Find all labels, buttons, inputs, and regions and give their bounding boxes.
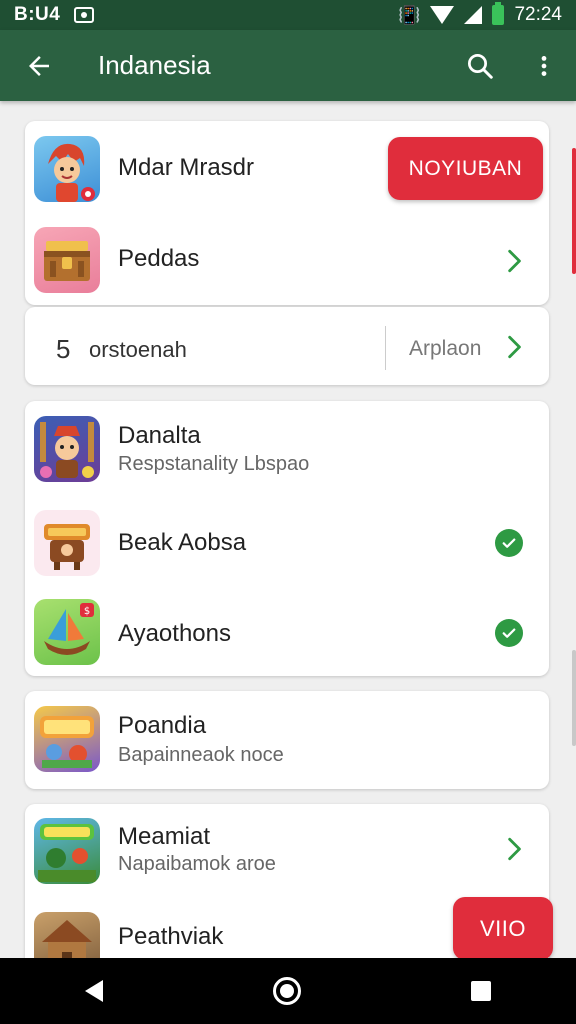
app-title: Poandia bbox=[118, 712, 207, 739]
list-item[interactable]: Meamiat Napaibamok aroe bbox=[25, 804, 549, 898]
featured-app-title: Mdar Mrasdr bbox=[118, 154, 255, 181]
battery-icon bbox=[492, 2, 505, 25]
status-time-left: B:U4 bbox=[14, 4, 61, 25]
signal-icon bbox=[464, 6, 483, 24]
list-item[interactable]: $ Ayaothons bbox=[25, 589, 549, 676]
summary-count: 5 bbox=[56, 334, 71, 364]
chevron-right-icon bbox=[508, 335, 521, 359]
list-item[interactable]: Danalta Respstanality Lbspao bbox=[25, 401, 549, 497]
app-thumbnail bbox=[34, 227, 100, 293]
search-icon bbox=[468, 53, 493, 79]
page-title: Indanesia bbox=[98, 50, 211, 80]
app-subtitle: Bapainneaok noce bbox=[118, 744, 284, 766]
check-circle-icon bbox=[495, 619, 523, 647]
character-icon bbox=[48, 143, 95, 202]
game-logo-icon bbox=[44, 524, 90, 570]
app-actions bbox=[448, 30, 576, 101]
app-thumbnail bbox=[34, 136, 100, 202]
game-logo-icon bbox=[38, 824, 96, 882]
character-icon bbox=[40, 422, 94, 478]
app-thumbnail bbox=[34, 416, 100, 482]
app-subtitle: Respstanality Lbspao bbox=[118, 453, 310, 475]
game-logo-icon bbox=[40, 716, 94, 768]
status-time-right: 72:24 bbox=[514, 4, 562, 25]
app-thumbnail bbox=[34, 510, 100, 576]
more-vert-icon bbox=[541, 55, 547, 76]
app-thumbnail bbox=[34, 818, 100, 884]
back-arrow-icon bbox=[29, 55, 49, 76]
more-options-button[interactable] bbox=[512, 30, 576, 101]
app-title: Meamiat bbox=[118, 823, 211, 850]
list-item[interactable]: Peddas bbox=[25, 217, 549, 305]
floating-action-button[interactable]: VIIO bbox=[453, 897, 553, 960]
app-title: Peddas bbox=[118, 245, 200, 272]
see-all-link[interactable]: Arplaon bbox=[386, 307, 549, 385]
app-bar: Indanesia bbox=[0, 30, 576, 101]
app-title: Peathviak bbox=[118, 923, 224, 950]
app-title: Ayaothons bbox=[118, 620, 231, 647]
check-circle-icon bbox=[495, 529, 523, 557]
summary-label: orstoenah bbox=[89, 337, 187, 362]
list-item[interactable]: Beak Aobsa bbox=[25, 497, 549, 589]
featured-row[interactable]: Mdar Mrasdr NOYIUBAN bbox=[25, 121, 549, 217]
status-bar: B:U4 📳 72:24 bbox=[0, 0, 576, 30]
nav-recents-icon[interactable] bbox=[471, 981, 491, 1001]
featured-card: Mdar Mrasdr NOYIUBAN Peddas bbox=[25, 121, 549, 305]
vibrate-icon: 📳 bbox=[398, 4, 421, 25]
wifi-icon bbox=[430, 6, 455, 24]
see-all-label: Arplaon bbox=[409, 337, 482, 360]
installed-apps-card: Danalta Respstanality Lbspao Beak Aobsa bbox=[25, 401, 549, 676]
summary-card: 5 orstoenah Arplaon bbox=[25, 307, 549, 385]
treasure-chest-icon bbox=[44, 241, 90, 281]
search-button[interactable] bbox=[448, 30, 512, 101]
app-card[interactable]: Poandia Bapainneaok noce bbox=[25, 691, 549, 789]
back-button[interactable] bbox=[0, 30, 78, 101]
status-icons: 📳 72:24 bbox=[398, 2, 562, 26]
scroll-indicator bbox=[572, 148, 576, 274]
app-title: Beak Aobsa bbox=[118, 529, 247, 556]
scrollbar-thumb[interactable] bbox=[572, 650, 576, 746]
chevron-right-icon bbox=[508, 837, 521, 861]
nav-home-icon[interactable] bbox=[273, 977, 301, 1005]
app-thumbnail: $ bbox=[34, 599, 100, 665]
nav-back-icon[interactable] bbox=[85, 980, 103, 1002]
media-icon bbox=[74, 7, 95, 23]
app-subtitle: Napaibamok aroe bbox=[118, 853, 276, 875]
app-title: Danalta bbox=[118, 422, 201, 449]
install-button[interactable]: NOYIUBAN bbox=[388, 137, 543, 200]
system-nav-bar bbox=[0, 958, 576, 1024]
svg-text:$: $ bbox=[84, 606, 90, 617]
app-thumbnail bbox=[34, 706, 100, 772]
boat-icon: $ bbox=[44, 603, 94, 655]
chevron-right-icon bbox=[508, 249, 521, 273]
